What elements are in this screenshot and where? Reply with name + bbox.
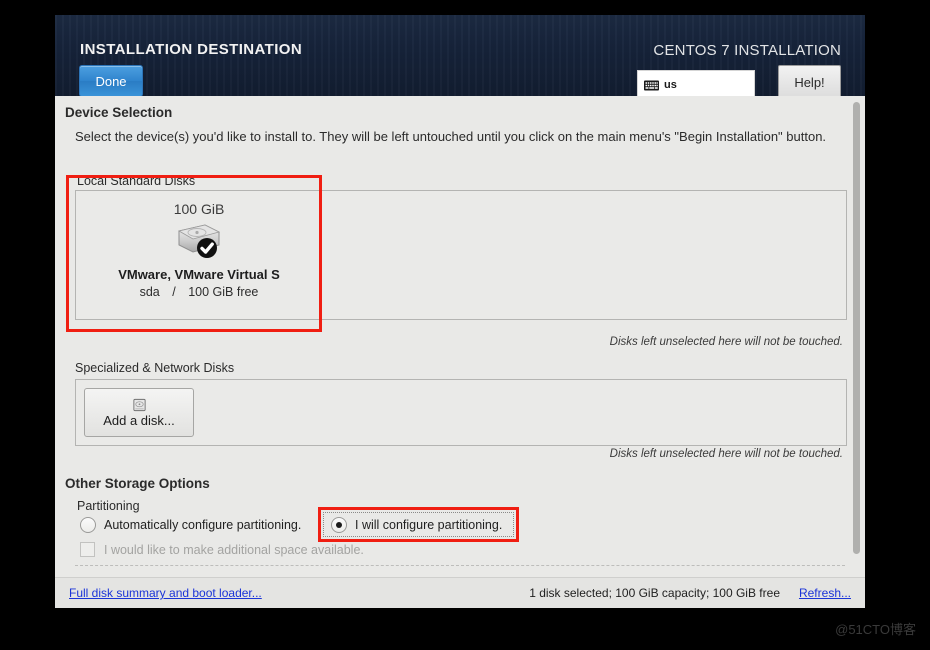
disk-details: sda / 100 GiB free bbox=[94, 285, 304, 299]
help-button[interactable]: Help! bbox=[778, 65, 841, 96]
disk-tile[interactable]: 100 GiB VMware, VMware Virtual S sda / 1… bbox=[94, 201, 304, 299]
add-disk-icon bbox=[132, 398, 147, 413]
product-title: CENTOS 7 INSTALLATION bbox=[653, 42, 841, 59]
local-standard-disks-label: Local Standard Disks bbox=[77, 174, 196, 188]
local-disks-container: 100 GiB VMware, VMware Virtual S sda / 1… bbox=[75, 190, 847, 320]
done-button-label: Done bbox=[95, 73, 127, 89]
disk-model: VMware, VMware Virtual S bbox=[118, 267, 280, 282]
radio-manual-selected-dot bbox=[336, 522, 342, 528]
help-button-label: Help! bbox=[794, 74, 825, 90]
watermark: @51CTO博客 bbox=[835, 622, 916, 637]
specialized-disks-label: Specialized & Network Disks bbox=[75, 361, 235, 375]
specialized-disks-note: Disks left unselected here will not be t… bbox=[609, 448, 843, 460]
installer-window: INSTALLATION DESTINATION CENTOS 7 INSTAL… bbox=[55, 15, 865, 608]
screenshot-root: INSTALLATION DESTINATION CENTOS 7 INSTAL… bbox=[0, 0, 930, 650]
disk-free-space: 100 GiB free bbox=[188, 285, 259, 299]
add-a-disk-label: Add a disk... bbox=[103, 412, 175, 428]
page-title: INSTALLATION DESTINATION bbox=[80, 41, 303, 58]
content-scrollbar-thumb[interactable] bbox=[853, 102, 860, 554]
checkbox-additional-space-indicator bbox=[80, 542, 95, 557]
disk-device-node: sda bbox=[139, 285, 160, 299]
radio-automatic-indicator bbox=[80, 517, 96, 533]
done-button[interactable]: Done bbox=[79, 65, 143, 96]
partitioning-section-divider bbox=[75, 565, 845, 566]
radio-automatic-partitioning[interactable]: Automatically configure partitioning. bbox=[80, 517, 301, 533]
local-disks-note: Disks left unselected here will not be t… bbox=[609, 336, 843, 348]
full-disk-summary-link[interactable]: Full disk summary and boot loader... bbox=[69, 586, 262, 600]
partitioning-label: Partitioning bbox=[77, 499, 140, 513]
refresh-link[interactable]: Refresh... bbox=[799, 586, 851, 600]
other-storage-heading: Other Storage Options bbox=[65, 476, 210, 491]
checkbox-additional-space[interactable]: I would like to make additional space av… bbox=[80, 542, 364, 557]
installer-body: Device Selection Select the device(s) yo… bbox=[55, 96, 865, 608]
disk-detail-separator: / bbox=[172, 285, 176, 299]
keyboard-icon bbox=[644, 80, 659, 91]
bottom-status-bar: Full disk summary and boot loader... 1 d… bbox=[55, 577, 865, 608]
content-scrollbar-track[interactable] bbox=[850, 96, 862, 578]
disk-capacity: 100 GiB bbox=[173, 201, 225, 217]
disk-status-text: 1 disk selected; 100 GiB capacity; 100 G… bbox=[529, 586, 780, 600]
keyboard-layout-label: us bbox=[664, 79, 677, 91]
radio-manual-partitioning[interactable]: I will configure partitioning. bbox=[331, 517, 502, 533]
radio-automatic-label: Automatically configure partitioning. bbox=[104, 518, 302, 532]
radio-manual-label: I will configure partitioning. bbox=[355, 518, 503, 532]
specialized-disks-container: Add a disk... bbox=[75, 379, 847, 446]
hard-disk-icon bbox=[175, 221, 223, 263]
radio-manual-indicator bbox=[331, 517, 347, 533]
device-selection-description: Select the device(s) you'd like to insta… bbox=[75, 129, 827, 144]
checkbox-additional-space-label: I would like to make additional space av… bbox=[104, 542, 364, 557]
installer-header: INSTALLATION DESTINATION CENTOS 7 INSTAL… bbox=[55, 15, 865, 96]
device-selection-heading: Device Selection bbox=[65, 105, 173, 120]
keyboard-layout-indicator[interactable]: us bbox=[637, 70, 755, 96]
add-a-disk-button[interactable]: Add a disk... bbox=[84, 388, 194, 437]
